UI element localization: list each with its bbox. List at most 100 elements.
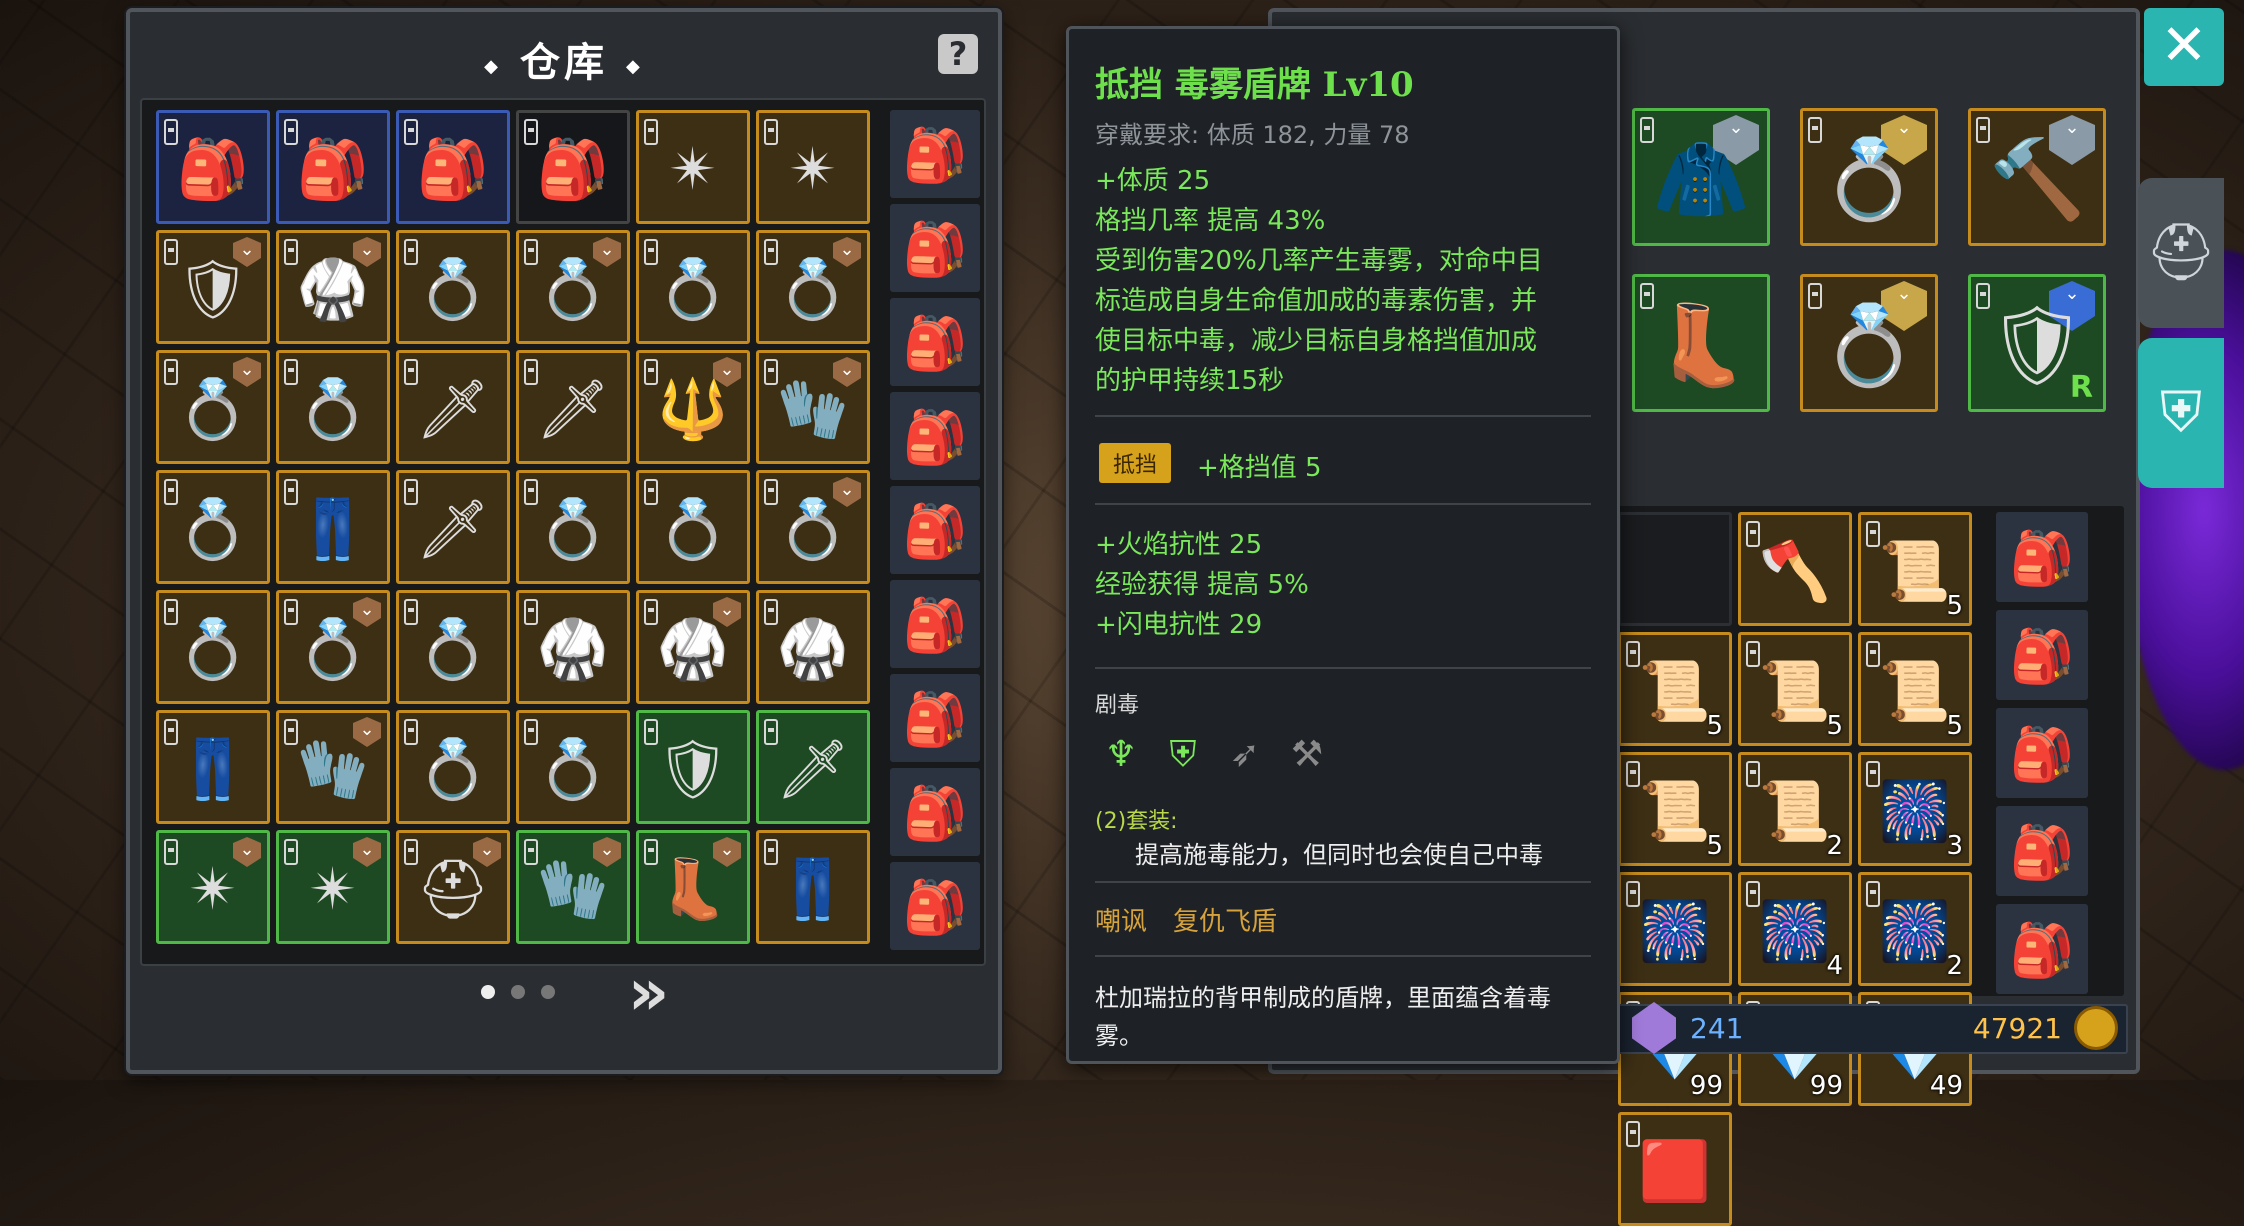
backpack-icon: 🎒 bbox=[416, 135, 490, 204]
inventory-slot[interactable]: 🥋 bbox=[636, 590, 750, 704]
lock-icon bbox=[644, 479, 658, 505]
set-items: ♆ ⛨ ➶ ⚒ bbox=[1095, 729, 1333, 781]
bag-slot[interactable]: 🎒 bbox=[1996, 904, 2088, 994]
tab-equipment[interactable]: ⛑ bbox=[2138, 178, 2224, 328]
bag-item-slot[interactable] bbox=[1618, 512, 1732, 626]
bag-item-slot[interactable]: 📜 5 bbox=[1738, 632, 1852, 746]
equipment-slot[interactable]: 🛡R bbox=[1968, 274, 2106, 412]
bag-slot[interactable]: 🎒 bbox=[1996, 806, 2088, 896]
inventory-slot[interactable]: 💍 bbox=[156, 590, 270, 704]
inventory-slot[interactable]: 🥋 bbox=[756, 590, 870, 704]
page-dot[interactable] bbox=[510, 984, 525, 999]
inventory-slot[interactable]: 🎒 bbox=[516, 110, 630, 224]
inventory-slot[interactable]: 💍 bbox=[396, 590, 510, 704]
bag-item-slot[interactable]: 📜 2 bbox=[1738, 752, 1852, 866]
amulet-icon: ✴ bbox=[788, 135, 838, 204]
inventory-slot[interactable]: 🗡 bbox=[756, 710, 870, 824]
bag-slot[interactable]: 🎒 bbox=[1996, 610, 2088, 700]
inventory-slot[interactable]: 💍 bbox=[636, 470, 750, 584]
page-dot[interactable] bbox=[480, 984, 495, 999]
inventory-slot[interactable]: 💍 bbox=[516, 230, 630, 344]
inventory-slot[interactable]: 💍 bbox=[756, 230, 870, 344]
cloak-icon: 🧥 bbox=[1652, 134, 1750, 225]
inventory-slot[interactable]: 💍 bbox=[276, 350, 390, 464]
help-button[interactable]: ? bbox=[938, 34, 978, 74]
set-bonus-description: 提高施毒能力，但同时也会使自己中毒 bbox=[1135, 841, 1543, 869]
lock-icon bbox=[764, 599, 778, 625]
inventory-slot[interactable]: 💍 bbox=[756, 470, 870, 584]
inventory-slot[interactable]: 💍 bbox=[276, 590, 390, 704]
inventory-slot[interactable]: 💍 bbox=[636, 230, 750, 344]
inventory-slot[interactable]: 🎒 bbox=[396, 110, 510, 224]
inventory-slot[interactable]: 💍 bbox=[516, 470, 630, 584]
inventory-slot[interactable]: ⛑ bbox=[396, 830, 510, 944]
skill-link[interactable]: 嘲讽 bbox=[1095, 907, 1147, 937]
equipment-slot[interactable]: 🧥 bbox=[1632, 108, 1770, 246]
inventory-slot[interactable]: 🧤 bbox=[516, 830, 630, 944]
bag-item-slot[interactable]: 🎆 bbox=[1618, 872, 1732, 986]
bag-item-slot[interactable]: 🎆 3 bbox=[1858, 752, 1972, 866]
bag-slot[interactable]: 🎒 bbox=[890, 674, 980, 762]
bag-item-slot[interactable]: 📜 5 bbox=[1858, 512, 1972, 626]
bag-slot[interactable]: 🎒 bbox=[1996, 708, 2088, 798]
inventory-slot[interactable]: 🧤 bbox=[756, 350, 870, 464]
bag-item-icon: 📜 bbox=[1638, 657, 1712, 726]
inventory-slot[interactable]: 🎒 bbox=[276, 110, 390, 224]
bag-item-slot[interactable]: 📜 5 bbox=[1858, 632, 1972, 746]
bag-slot[interactable]: 🎒 bbox=[890, 768, 980, 856]
close-button[interactable]: ✕ bbox=[2144, 8, 2224, 86]
bag-item-slot[interactable]: 🪓 bbox=[1738, 512, 1852, 626]
inventory-slot[interactable]: 🗡 bbox=[396, 350, 510, 464]
lock-icon bbox=[1746, 761, 1760, 787]
inventory-slot[interactable]: 🛡 bbox=[636, 710, 750, 824]
inventory-slot[interactable]: 💍 bbox=[156, 470, 270, 584]
inventory-slot[interactable]: 👢 bbox=[636, 830, 750, 944]
bag-item-icon: 🎆 bbox=[1758, 897, 1832, 966]
equipment-slot[interactable]: 🔨 bbox=[1968, 108, 2106, 246]
stat-line: 标造成自身生命值加成的毒素伤害，并 bbox=[1095, 286, 1538, 316]
item-tooltip: 抵挡 毒雾盾牌 Lv10 穿戴要求: 体质 182, 力量 78 +体质 25 … bbox=[1066, 26, 1620, 1064]
bag-slot[interactable]: 🎒 bbox=[890, 862, 980, 950]
bag-slot[interactable]: 🎒 bbox=[890, 204, 980, 292]
inventory-slot[interactable]: 🛡 bbox=[156, 230, 270, 344]
tab-warehouse[interactable]: ⛨ bbox=[2138, 338, 2224, 488]
inventory-slot[interactable]: 💍 bbox=[396, 230, 510, 344]
inventory-slot[interactable]: ✴ bbox=[756, 110, 870, 224]
equipment-slot[interactable]: 💍 bbox=[1800, 108, 1938, 246]
inventory-slot[interactable]: 👖 bbox=[756, 830, 870, 944]
page-dot[interactable] bbox=[540, 984, 555, 999]
inventory-slot[interactable]: ✴ bbox=[156, 830, 270, 944]
inventory-slot[interactable]: ✴ bbox=[276, 830, 390, 944]
bag-icon: 🎒 bbox=[2009, 724, 2075, 785]
bag-item-slot[interactable]: 📜 5 bbox=[1618, 752, 1732, 866]
bag-slot[interactable]: 🎒 bbox=[890, 298, 980, 386]
title-diamond-right-icon: ◆ bbox=[626, 55, 644, 77]
bag-item-slot[interactable]: 🎆 2 bbox=[1858, 872, 1972, 986]
inventory-slot[interactable]: 🗡 bbox=[396, 470, 510, 584]
inventory-slot[interactable]: 🥋 bbox=[276, 230, 390, 344]
bag-slot[interactable]: 🎒 bbox=[1996, 512, 2088, 602]
inventory-slot[interactable]: 🥋 bbox=[516, 590, 630, 704]
inventory-slot[interactable]: 💍 bbox=[396, 710, 510, 824]
inventory-slot[interactable]: 🧤 bbox=[276, 710, 390, 824]
bag-item-slot[interactable]: 🟥 bbox=[1618, 1112, 1732, 1226]
inventory-slot[interactable]: 🗡 bbox=[516, 350, 630, 464]
inventory-slot[interactable]: 👖 bbox=[156, 710, 270, 824]
bag-slot[interactable]: 🎒 bbox=[890, 580, 980, 668]
bag-slot[interactable]: 🎒 bbox=[890, 392, 980, 480]
inventory-slot[interactable]: ✴ bbox=[636, 110, 750, 224]
bag-item-slot[interactable]: 📜 5 bbox=[1618, 632, 1732, 746]
next-page-button[interactable]: » bbox=[628, 956, 670, 1030]
equipment-slot[interactable]: 👢 bbox=[1632, 274, 1770, 412]
equipment-slot[interactable]: 💍 bbox=[1800, 274, 1938, 412]
ring-icon: 💍 bbox=[536, 495, 610, 564]
inventory-slot[interactable]: 💍 bbox=[516, 710, 630, 824]
inventory-slot[interactable]: 🔱 bbox=[636, 350, 750, 464]
inventory-slot[interactable]: 🎒 bbox=[156, 110, 270, 224]
skill-link[interactable]: 复仇飞盾 bbox=[1173, 907, 1277, 937]
bag-item-slot[interactable]: 🎆 4 bbox=[1738, 872, 1852, 986]
bag-slot[interactable]: 🎒 bbox=[890, 486, 980, 574]
inventory-slot[interactable]: 👖 bbox=[276, 470, 390, 584]
bag-slot[interactable]: 🎒 bbox=[890, 110, 980, 198]
inventory-slot[interactable]: 💍 bbox=[156, 350, 270, 464]
